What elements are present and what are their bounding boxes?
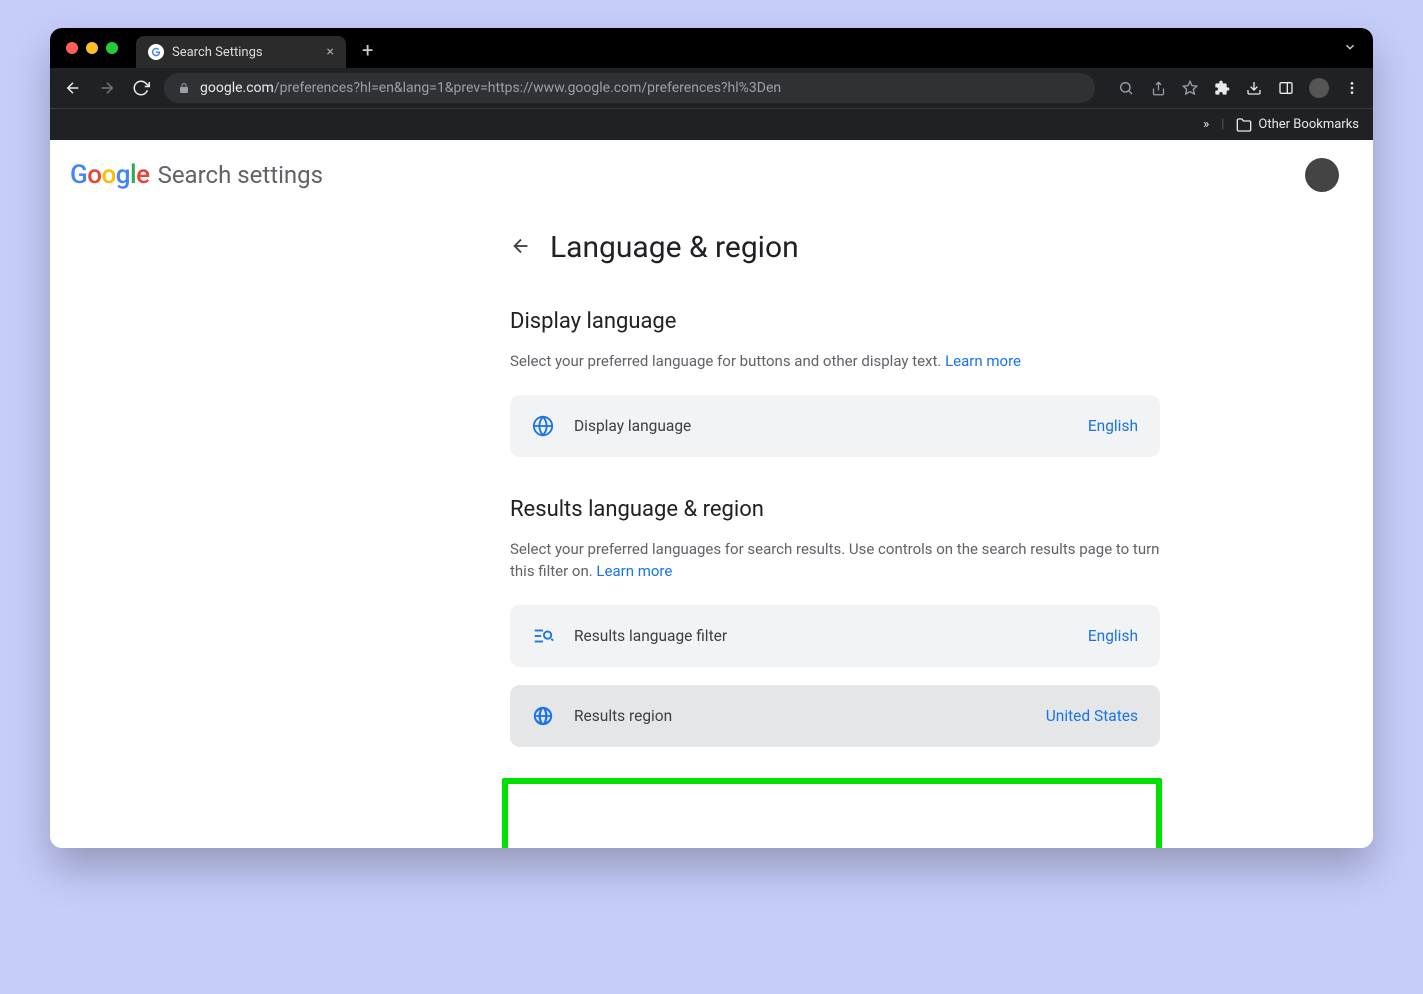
- display-language-card[interactable]: Display language English: [510, 395, 1160, 457]
- url-text: google.com/preferences?hl=en&lang=1&prev…: [200, 80, 781, 96]
- world-icon: [532, 705, 554, 727]
- card-value: English: [1088, 417, 1138, 435]
- zoom-icon[interactable]: [1117, 79, 1135, 97]
- browser-window: Search Settings × + google.com/preferenc…: [50, 28, 1373, 848]
- card-value: United States: [1046, 707, 1138, 725]
- card-label: Results region: [574, 707, 672, 725]
- page-title: Language & region: [550, 230, 799, 265]
- window-controls: [66, 42, 118, 54]
- profile-avatar-icon[interactable]: [1309, 78, 1329, 98]
- lock-icon: [178, 82, 190, 94]
- titlebar: Search Settings × +: [50, 28, 1373, 68]
- google-favicon-icon: [148, 44, 164, 60]
- browser-tab[interactable]: Search Settings ×: [136, 36, 346, 68]
- menu-icon[interactable]: [1343, 79, 1361, 97]
- panel-icon[interactable]: [1277, 79, 1295, 97]
- close-window-button[interactable]: [66, 42, 78, 54]
- browser-toolbar: google.com/preferences?hl=en&lang=1&prev…: [50, 68, 1373, 108]
- highlight-annotation: [502, 778, 1162, 848]
- card-label: Results language filter: [574, 627, 727, 645]
- results-language-filter-card[interactable]: Results language filter English: [510, 605, 1160, 667]
- close-tab-icon[interactable]: ×: [327, 44, 334, 60]
- card-label: Display language: [574, 417, 691, 435]
- star-icon[interactable]: [1181, 79, 1199, 97]
- section-results-language-region: Results language & region Select your pr…: [510, 497, 1160, 747]
- learn-more-link[interactable]: Learn more: [596, 562, 672, 580]
- back-button[interactable]: [62, 77, 84, 99]
- google-logo[interactable]: Google: [70, 160, 150, 190]
- section-heading: Display language: [510, 309, 1160, 334]
- filter-search-icon: [532, 625, 554, 647]
- folder-icon: [1236, 117, 1252, 133]
- downloads-icon[interactable]: [1245, 79, 1263, 97]
- content-header: Google Search settings: [50, 140, 1373, 210]
- minimize-window-button[interactable]: [86, 42, 98, 54]
- app-title: Search settings: [158, 161, 323, 189]
- globe-icon: [532, 415, 554, 437]
- section-display-language: Display language Select your preferred l…: [510, 309, 1160, 457]
- main-column: Language & region Display language Selec…: [510, 230, 1160, 747]
- results-region-card[interactable]: Results region United States: [510, 685, 1160, 747]
- section-heading: Results language & region: [510, 497, 1160, 522]
- maximize-window-button[interactable]: [106, 42, 118, 54]
- forward-button[interactable]: [96, 77, 118, 99]
- separator: |: [1221, 117, 1224, 132]
- page-content: Google Search settings Language & region…: [50, 140, 1373, 848]
- tab-title: Search Settings: [172, 45, 263, 60]
- other-bookmarks-folder[interactable]: Other Bookmarks: [1236, 117, 1359, 133]
- address-bar[interactable]: google.com/preferences?hl=en&lang=1&prev…: [164, 73, 1095, 103]
- bookmarks-overflow[interactable]: »: [1203, 117, 1209, 132]
- bookmarks-bar: » | Other Bookmarks: [50, 108, 1373, 140]
- extensions-icon[interactable]: [1213, 79, 1231, 97]
- card-value: English: [1088, 627, 1138, 645]
- back-arrow-icon[interactable]: [510, 235, 532, 261]
- section-description: Select your preferred language for butto…: [510, 350, 1160, 373]
- new-tab-button[interactable]: +: [362, 38, 373, 62]
- share-icon[interactable]: [1149, 79, 1167, 97]
- other-bookmarks-label: Other Bookmarks: [1258, 117, 1359, 132]
- section-description: Select your preferred languages for sear…: [510, 538, 1160, 583]
- account-avatar[interactable]: [1305, 158, 1339, 192]
- reload-button[interactable]: [130, 77, 152, 99]
- tabs-dropdown-icon[interactable]: [1343, 39, 1357, 58]
- learn-more-link[interactable]: Learn more: [945, 352, 1021, 370]
